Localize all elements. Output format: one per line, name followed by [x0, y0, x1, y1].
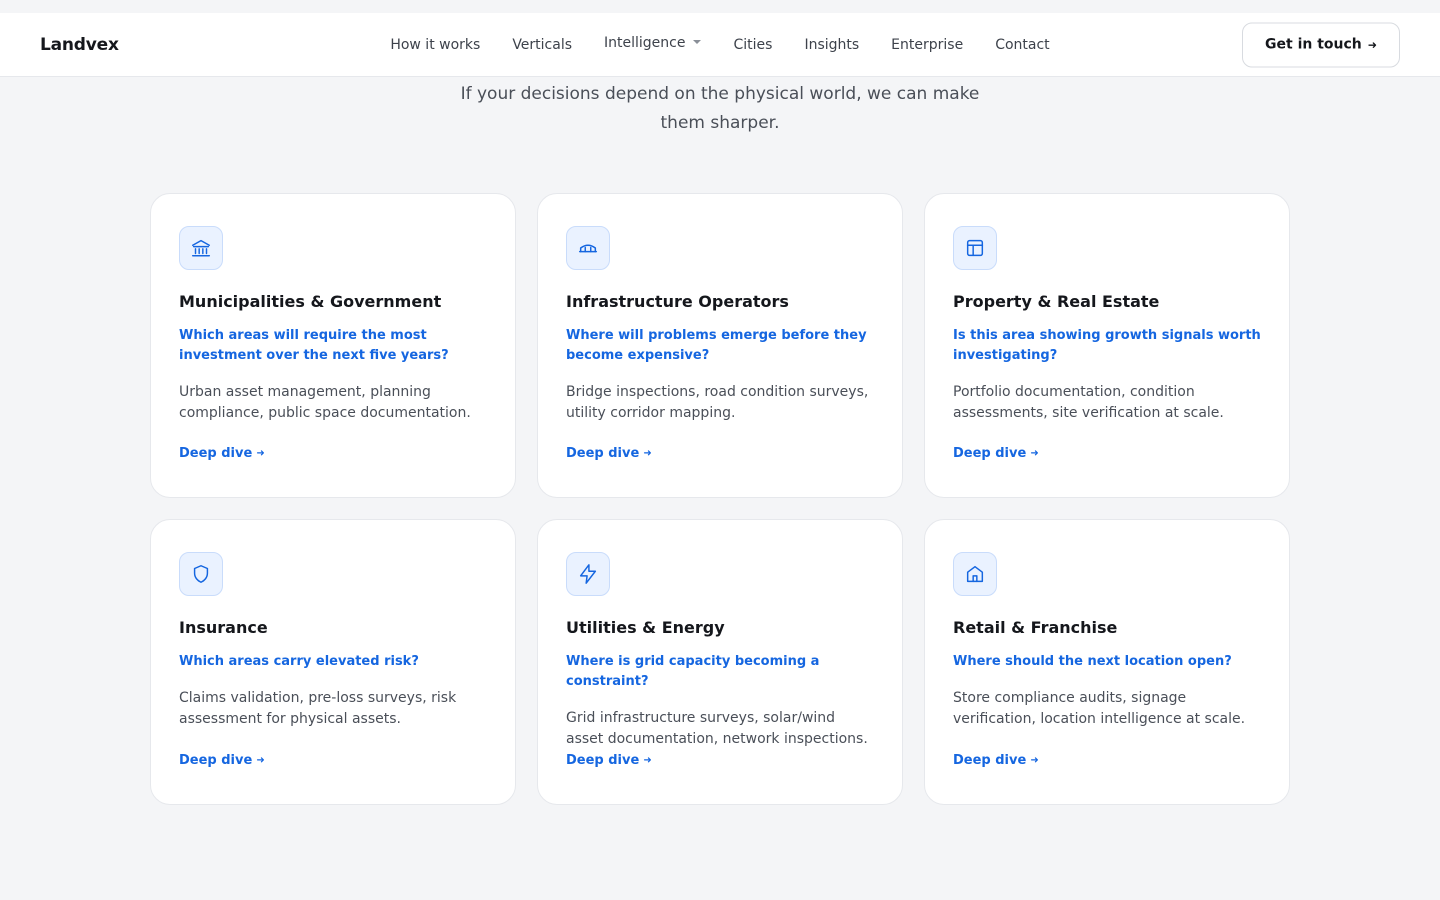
- vertical-card-utilities: Utilities & Energy Where is grid capacit…: [537, 519, 903, 805]
- navbar: Landvex How it works Verticals Intellige…: [0, 13, 1440, 77]
- card-question: Is this area showing growth signals wort…: [953, 328, 1261, 363]
- arrow-right-icon: ➜: [256, 448, 265, 459]
- card-title: Insurance: [179, 618, 268, 637]
- bridge-icon: [566, 226, 610, 270]
- card-description: Claims validation, pre-loss surveys, ris…: [179, 690, 457, 727]
- vertical-card-infrastructure: Infrastructure Operators Where will prob…: [537, 193, 903, 498]
- layout-icon: [953, 226, 997, 270]
- nav-label: Cities: [733, 37, 773, 53]
- deep-dive-link[interactable]: Deep dive ➜: [953, 753, 1039, 768]
- arrow-right-icon: ➜: [1030, 755, 1039, 766]
- nav-cities[interactable]: Cities: [733, 37, 772, 53]
- cta-label: Get in touch: [1265, 36, 1362, 53]
- top-strip: [0, 0, 1440, 13]
- card-description: Portfolio documentation, condition asses…: [953, 384, 1224, 421]
- arrow-right-icon: ➜: [1030, 448, 1039, 459]
- nav-how-it-works[interactable]: How it works: [390, 37, 480, 53]
- chevron-down-icon: [693, 40, 702, 44]
- arrow-right-icon: ➜: [643, 755, 652, 766]
- nav-label: Intelligence: [604, 35, 686, 51]
- shield-icon: [179, 552, 223, 596]
- card-title: Utilities & Energy: [566, 618, 725, 637]
- vertical-card-insurance: Insurance Which areas carry elevated ris…: [150, 519, 516, 805]
- card-question: Which areas will require the most invest…: [179, 328, 449, 363]
- card-description: Bridge inspections, road condition surve…: [566, 384, 869, 421]
- card-description: Urban asset management, planning complia…: [179, 384, 471, 421]
- vertical-card-property: Property & Real Estate Is this area show…: [924, 193, 1290, 498]
- brand-logo[interactable]: Landvex: [40, 35, 119, 55]
- nav-insights[interactable]: Insights: [804, 37, 859, 53]
- nav-enterprise[interactable]: Enterprise: [891, 37, 963, 53]
- nav-contact[interactable]: Contact: [995, 37, 1049, 53]
- card-question: Which areas carry elevated risk?: [179, 654, 419, 669]
- main-nav: How it works Verticals Intelligence Citi…: [0, 13, 1440, 77]
- link-label: Deep dive: [179, 753, 253, 768]
- card-question: Where is grid capacity becoming a constr…: [566, 654, 820, 689]
- card-title: Property & Real Estate: [953, 292, 1160, 311]
- vertical-card-retail: Retail & Franchise Where should the next…: [924, 519, 1290, 805]
- get-in-touch-button[interactable]: Get in touch ➜: [1242, 22, 1400, 67]
- government-building-icon: [179, 226, 223, 270]
- intro-section: If your decisions depend on the physical…: [0, 80, 1440, 138]
- link-label: Deep dive: [953, 446, 1027, 461]
- deep-dive-link[interactable]: Deep dive ➜: [179, 753, 265, 768]
- link-label: Deep dive: [566, 446, 640, 461]
- link-label: Deep dive: [179, 446, 253, 461]
- house-icon: [953, 552, 997, 596]
- card-title: Municipalities & Government: [179, 292, 442, 311]
- arrow-right-icon: ➜: [643, 448, 652, 459]
- nav-label: Verticals: [512, 37, 573, 53]
- intro-text: If your decisions depend on the physical…: [460, 84, 980, 133]
- nav-label: Insights: [804, 37, 860, 53]
- vertical-card-municipalities: Municipalities & Government Which areas …: [150, 193, 516, 498]
- nav-intelligence[interactable]: Intelligence: [604, 35, 702, 51]
- card-title: Retail & Franchise: [953, 618, 1118, 637]
- link-label: Deep dive: [953, 753, 1027, 768]
- link-label: Deep dive: [566, 753, 640, 768]
- card-description: Grid infrastructure surveys, solar/wind …: [566, 710, 868, 747]
- card-title: Infrastructure Operators: [566, 292, 789, 311]
- nav-verticals[interactable]: Verticals: [512, 37, 572, 53]
- arrow-right-icon: ➜: [256, 755, 265, 766]
- nav-label: How it works: [390, 37, 481, 53]
- lightning-icon: [566, 552, 610, 596]
- deep-dive-link[interactable]: Deep dive ➜: [953, 446, 1039, 461]
- card-question: Where should the next location open?: [953, 654, 1232, 669]
- deep-dive-link[interactable]: Deep dive ➜: [179, 446, 265, 461]
- deep-dive-link[interactable]: Deep dive ➜: [566, 753, 652, 768]
- nav-label: Contact: [995, 37, 1050, 53]
- card-question: Where will problems emerge before they b…: [566, 328, 867, 363]
- nav-label: Enterprise: [891, 37, 964, 53]
- arrow-right-icon: ➜: [1367, 38, 1377, 51]
- deep-dive-link[interactable]: Deep dive ➜: [566, 446, 652, 461]
- verticals-grid: Municipalities & Government Which areas …: [150, 193, 1290, 805]
- card-description: Store compliance audits, signage verific…: [953, 690, 1246, 727]
